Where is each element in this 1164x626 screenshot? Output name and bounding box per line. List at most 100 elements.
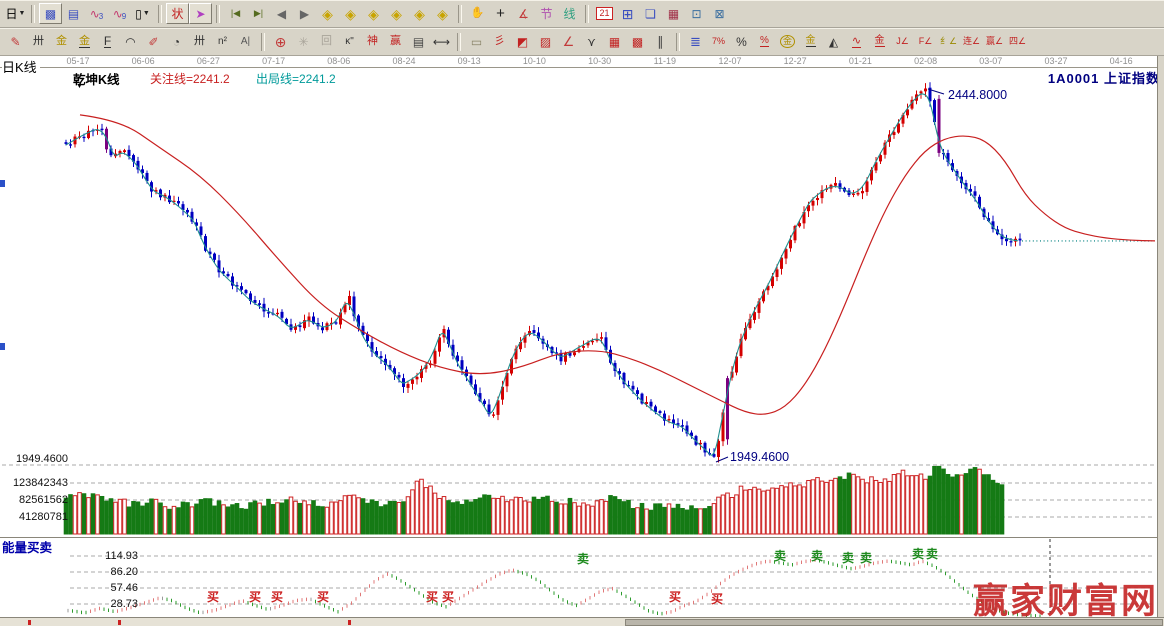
first-bar-icon[interactable]: |◀ <box>224 3 247 24</box>
horizontal-scrollbar[interactable] <box>0 617 1164 626</box>
chip-peak-icon[interactable]: ◭ <box>822 31 845 52</box>
angle-line-icon[interactable]: ∠ <box>557 31 580 52</box>
save-icon[interactable]: ▦ <box>662 3 685 24</box>
last-bar-icon[interactable]: ▶| <box>247 3 270 24</box>
shift-right-icon[interactable]: ◈ <box>339 3 362 24</box>
compress-view-icon[interactable]: ◈ <box>408 3 431 24</box>
scrollbar-marker <box>28 620 31 625</box>
parallel-lines-icon[interactable]: ∥ <box>649 31 672 52</box>
gann-box-icon[interactable]: ▨ <box>534 31 557 52</box>
gold-line-icon[interactable]: 金 <box>799 31 822 52</box>
volume-axis-label: 123842343 <box>0 477 68 489</box>
circle-cross-icon[interactable]: ⊕ <box>269 31 292 52</box>
sell-marker: 卖 <box>842 550 854 565</box>
zoom-out-horizontal-icon[interactable]: ◈ <box>362 3 385 24</box>
ray-fan-icon[interactable]: 彡 <box>488 31 511 52</box>
period-day-selector[interactable]: 日▼ <box>4 3 27 24</box>
gann-angle-si-icon[interactable]: 纟∠ <box>937 31 960 52</box>
shift-left-icon[interactable]: ◈ <box>316 3 339 24</box>
angle-measure-icon[interactable]: ∡ <box>512 3 535 24</box>
fibonacci-icon[interactable]: F <box>96 31 119 52</box>
measure-ruler-icon[interactable]: ▤ <box>407 31 430 52</box>
gann-angle-four-icon[interactable]: 四∠ <box>1006 31 1029 52</box>
trade-markers: 买买买买买买买买卖卖卖卖卖卖卖 <box>207 546 938 606</box>
date-tick: 08-06 <box>322 56 356 66</box>
square-spiral-icon[interactable]: 回 <box>315 31 338 52</box>
date-tick: 05-17 <box>61 56 95 66</box>
oscillator-axis-label: 57.46 <box>0 582 138 594</box>
percent-line-icon[interactable]: % <box>753 31 776 52</box>
oscillator-axis-label: 114.93 <box>0 550 138 562</box>
drawing-toolbar: ✎卅金金F◠✐◔卅n²A|⊕✳回ĸ"神赢▤⟷▭彡◩▨∠⋎▦▩∥≣7%%%金金◭∿… <box>0 28 1164 56</box>
zigzag-icon[interactable]: ⋎ <box>580 31 603 52</box>
gann-fan-icon[interactable]: ◩ <box>511 31 534 52</box>
data-transfer-icon[interactable]: ⊠ <box>708 3 731 24</box>
data-export-icon[interactable]: ⊡ <box>685 3 708 24</box>
stock-info-icon[interactable]: ▤ <box>62 3 85 24</box>
festival-marker-icon[interactable]: 节 <box>535 3 558 24</box>
minute-line-9-icon[interactable]: ∿9 <box>108 3 131 24</box>
prev-bar-icon[interactable]: ◀ <box>270 3 293 24</box>
candle-style-icon[interactable]: ▯▼ <box>131 3 154 24</box>
signal-flag-icon[interactable]: ➤ <box>189 3 212 24</box>
zoom-in-horizontal-icon[interactable]: ◈ <box>385 3 408 24</box>
crosshair-icon[interactable]: + <box>489 3 512 24</box>
gann-grid-icon[interactable]: ▦ <box>603 31 626 52</box>
vertical-grid-icon[interactable]: 卅 <box>27 31 50 52</box>
toolbar-separator <box>457 33 461 51</box>
pattern-tool-icon[interactable]: 状 <box>166 3 189 24</box>
toolbar-separator <box>585 5 589 23</box>
k-note-icon[interactable]: ĸ" <box>338 31 361 52</box>
date-tick: 02-08 <box>909 56 943 66</box>
date-tick: 10-10 <box>517 56 551 66</box>
expand-view-icon[interactable]: ◈ <box>431 3 454 24</box>
rectangle-tool-icon[interactable]: ▭ <box>465 31 488 52</box>
gold-circle-icon[interactable]: 金 <box>776 31 799 52</box>
golden-channel-icon[interactable]: 金 <box>73 31 96 52</box>
pan-hand-icon[interactable]: ✋ <box>466 3 489 24</box>
span-measure-icon[interactable]: ⟷ <box>430 31 453 52</box>
date-tick: 06-27 <box>191 56 225 66</box>
scrollbar-thumb[interactable] <box>625 619 1163 626</box>
date-tick: 07-17 <box>257 56 291 66</box>
next-bar-icon[interactable]: ▶ <box>293 3 316 24</box>
minute-line-3-icon[interactable]: ∿3 <box>85 3 108 24</box>
percent-icon[interactable]: % <box>730 31 753 52</box>
gann-angle-f-icon[interactable]: F∠ <box>914 31 937 52</box>
scrollbar-marker <box>118 620 121 625</box>
gold-mark-icon[interactable]: 金 <box>868 31 891 52</box>
win-tool-icon[interactable]: 赢 <box>384 31 407 52</box>
gann-angle-lian-icon[interactable]: 连∠ <box>960 31 983 52</box>
shen-tool-icon[interactable]: 神 <box>361 31 384 52</box>
line-draw-icon[interactable]: 线 <box>558 3 581 24</box>
golden-section-icon[interactable]: 金 <box>50 31 73 52</box>
buy-marker: 买 <box>271 590 283 604</box>
star-burst-icon[interactable]: ✳ <box>292 31 315 52</box>
n-square-icon[interactable]: n² <box>211 31 234 52</box>
pane-marker <box>0 343 5 350</box>
scrollbar-marker <box>348 620 351 625</box>
date-tick: 09-13 <box>452 56 486 66</box>
wave-band-icon[interactable]: ∿ <box>845 31 868 52</box>
time-ruler-icon[interactable]: 卅 <box>188 31 211 52</box>
sell-marker: 卖 <box>577 551 589 566</box>
calendar-icon[interactable]: 21 <box>593 3 616 24</box>
buy-marker: 买 <box>711 592 723 606</box>
wave-percent-icon[interactable]: 7% <box>707 31 730 52</box>
symbol-title: 1A0001 上证指数 <box>1048 68 1160 87</box>
gann-angle-j-icon[interactable]: J∠ <box>891 31 914 52</box>
trendline-pen-icon[interactable]: ✎ <box>4 31 27 52</box>
calculator-icon[interactable]: ⊞ <box>616 3 639 24</box>
cycle-clock-icon[interactable]: ◔ <box>165 31 188 52</box>
chart-canvas[interactable]: 买买买买买买买买卖卖卖卖卖卖卖 <box>0 56 1164 617</box>
date-tick: 03-27 <box>1039 56 1073 66</box>
price-channel-icon[interactable]: ≣ <box>684 31 707 52</box>
market-overview-icon[interactable]: ▩ <box>39 3 62 24</box>
erase-pen-icon[interactable]: ✐ <box>142 31 165 52</box>
text-label-icon[interactable]: A| <box>234 31 257 52</box>
date-tick: 11-19 <box>648 56 682 66</box>
gann-angle-ying-icon[interactable]: 赢∠ <box>983 31 1006 52</box>
diary-icon[interactable]: ❏ <box>639 3 662 24</box>
gann-grid-shift-icon[interactable]: ▩ <box>626 31 649 52</box>
arc-tool-icon[interactable]: ◠ <box>119 31 142 52</box>
